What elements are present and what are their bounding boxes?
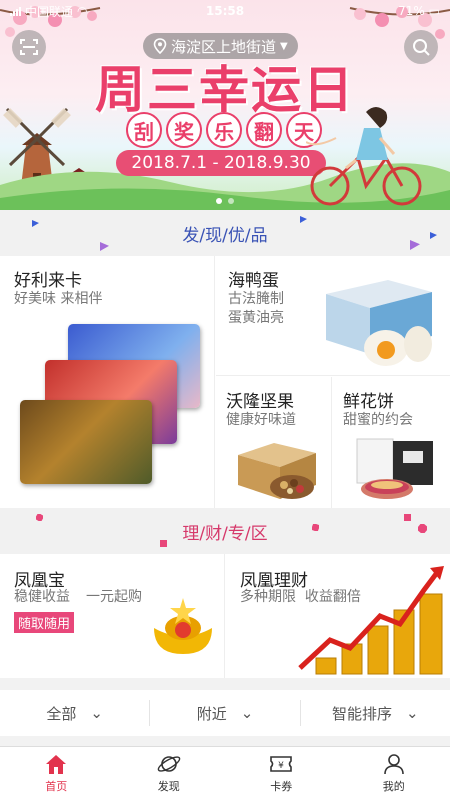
product-subtitle: 稳健收益 bbox=[14, 589, 70, 605]
status-bar: 中国联通 ◠ 15:58 71% ▭ bbox=[0, 0, 450, 22]
chevron-down-icon: ⌄ bbox=[406, 704, 419, 722]
duck-egg-box-image bbox=[326, 280, 432, 366]
prize-char: 翻 bbox=[246, 112, 282, 148]
gift-card-image bbox=[20, 400, 152, 484]
confetti-icon bbox=[430, 232, 437, 239]
finance-section: 凤凰宝 稳健收益 一元起购 随取随用 凤凰理财 多种期限 收益翻倍 bbox=[0, 554, 450, 678]
flower-cake-box-image bbox=[356, 438, 433, 499]
svg-text:¥: ¥ bbox=[278, 761, 284, 771]
product-card-fenghuang-licai[interactable]: 凤凰理财 多种期限 收益翻倍 bbox=[226, 554, 450, 678]
tab-label: 发现 bbox=[157, 780, 180, 793]
filter-label: 附近 bbox=[196, 704, 227, 723]
confetti-icon bbox=[418, 524, 427, 533]
pager-dot bbox=[216, 198, 222, 204]
confetti-icon bbox=[312, 524, 319, 531]
product-title: 鲜花饼 bbox=[343, 392, 394, 412]
confetti-icon bbox=[32, 220, 39, 227]
prize-char: 奖 bbox=[166, 112, 202, 148]
prize-chars: 刮 奖 乐 翻 天 bbox=[126, 112, 322, 148]
finance-title: 理/财/专/区 bbox=[182, 523, 268, 544]
prize-char: 刮 bbox=[126, 112, 162, 148]
clock: 15:58 bbox=[205, 4, 245, 18]
banner-pager bbox=[0, 198, 450, 204]
coin-chart-icon bbox=[298, 566, 444, 675]
product-subtitle: 一元起购 bbox=[86, 589, 142, 605]
filter-label: 智能排序 bbox=[332, 704, 393, 723]
discover-header: 发/现/优/品 bbox=[0, 210, 450, 256]
product-card-flower-cake[interactable]: 鲜花饼 甜蜜的约会 bbox=[333, 377, 450, 508]
product-subtitle: 健康好味道 bbox=[226, 412, 296, 428]
product-subtitle: 甜蜜的约会 bbox=[343, 412, 413, 428]
filter-bar: 全部 ⌄ 附近 ⌄ 智能排序 ⌄ bbox=[0, 690, 450, 736]
nuts-box-image bbox=[238, 443, 316, 499]
tab-label: 首页 bbox=[45, 780, 68, 793]
confetti-icon bbox=[300, 216, 307, 223]
signal-icon bbox=[10, 6, 21, 16]
product-card-holiland[interactable]: 好利来卡 好美味 来相伴 bbox=[0, 256, 215, 508]
battery-label: 71% bbox=[398, 4, 425, 18]
prize-char: 乐 bbox=[206, 112, 242, 148]
chevron-down-icon: ⌄ bbox=[90, 704, 103, 722]
home-screen: 中国联通 ◠ 15:58 71% ▭ 海淀区上地街道 ▼ 周三幸运日 刮 奖 乐… bbox=[0, 0, 450, 800]
bottom-tab-bar: 首页 发现 ¥ 卡券 我的 bbox=[0, 746, 450, 800]
tab-profile[interactable]: 我的 bbox=[338, 747, 450, 800]
home-icon bbox=[46, 755, 67, 774]
product-card-fenghuangbao[interactable]: 凤凰宝 稳健收益 一元起购 随取随用 bbox=[0, 554, 225, 678]
filter-all[interactable]: 全部 ⌄ bbox=[0, 700, 151, 726]
product-title: 海鸭蛋 bbox=[228, 271, 279, 291]
chevron-down-icon: ⌄ bbox=[240, 704, 254, 722]
status-badge: 随取随用 bbox=[14, 612, 75, 633]
date-range: 2018.7.1 - 2018.9.30 bbox=[116, 150, 326, 176]
tab-discover[interactable]: 发现 bbox=[113, 747, 226, 800]
confetti-icon bbox=[404, 514, 411, 521]
product-title: 沃隆坚果 bbox=[226, 392, 294, 412]
confetti-icon bbox=[36, 514, 43, 521]
confetti-icon bbox=[100, 242, 109, 251]
person-icon bbox=[383, 754, 404, 775]
product-subtitle: 好美味 来相伴 bbox=[14, 291, 103, 307]
product-card-sea-duck-egg[interactable]: 海鸭蛋 古法腌制 蛋黄油亮 bbox=[216, 256, 450, 376]
tab-coupons[interactable]: ¥ 卡券 bbox=[225, 747, 338, 800]
wifi-icon: ◠ bbox=[77, 4, 88, 18]
carrier-label: 中国联通 bbox=[25, 4, 74, 19]
discover-grid: 好利来卡 好美味 来相伴 海鸭蛋 古法腌制 蛋黄油亮 沃隆坚果 健康好味道 鲜花… bbox=[0, 256, 450, 508]
tab-label: 卡券 bbox=[270, 780, 293, 793]
finance-header: 理/财/专/区 bbox=[0, 508, 450, 554]
promo-banner[interactable]: 中国联通 ◠ 15:58 71% ▭ 海淀区上地街道 ▼ 周三幸运日 刮 奖 乐… bbox=[0, 0, 450, 210]
planet-icon bbox=[157, 756, 181, 772]
tab-home[interactable]: 首页 bbox=[0, 747, 113, 800]
product-card-wolong-nuts[interactable]: 沃隆坚果 健康好味道 bbox=[216, 377, 332, 508]
filter-nearby[interactable]: 附近 ⌄ bbox=[150, 700, 301, 726]
filter-label: 全部 bbox=[46, 704, 77, 723]
ticket-icon: ¥ bbox=[270, 756, 293, 772]
product-title: 好利来卡 bbox=[14, 271, 82, 291]
confetti-icon bbox=[410, 240, 420, 250]
tab-label: 我的 bbox=[382, 780, 405, 793]
gold-ingot-icon bbox=[154, 598, 212, 654]
filter-smart-sort[interactable]: 智能排序 ⌄ bbox=[301, 700, 450, 726]
confetti-icon bbox=[160, 540, 167, 547]
cyclist-illustration bbox=[306, 107, 422, 206]
product-subtitle: 古法腌制 蛋黄油亮 bbox=[228, 291, 284, 326]
discover-title: 发/现/优/品 bbox=[182, 225, 268, 246]
pager-dot bbox=[228, 198, 234, 204]
battery-icon: ▭ bbox=[428, 4, 440, 18]
